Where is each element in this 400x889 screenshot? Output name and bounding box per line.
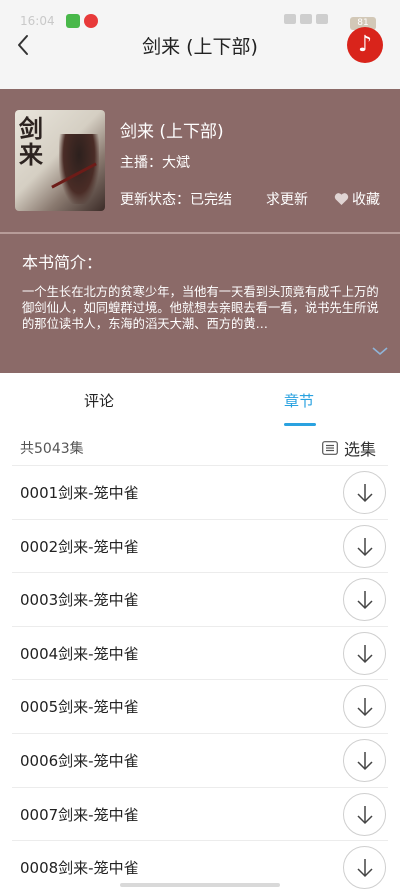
favorite-label: 收藏 <box>352 192 380 208</box>
download-button[interactable] <box>343 685 386 729</box>
download-button[interactable] <box>343 471 386 514</box>
page-title: 剑来 (上下部) <box>142 36 258 58</box>
book-cover[interactable]: 剑来 <box>15 110 105 211</box>
chapter-row[interactable]: 0001剑来-笼中雀 <box>12 465 388 519</box>
download-arrow-icon <box>357 484 373 503</box>
chapter-list: 0001剑来-笼中雀 0002剑来-笼中雀 0003剑来-笼中雀 0004剑来-… <box>12 465 388 889</box>
chapter-row[interactable]: 0005剑来-笼中雀 <box>12 679 388 733</box>
chapter-row[interactable]: 0007剑来-笼中雀 <box>12 786 388 841</box>
chapter-title: 0001剑来-笼中雀 <box>20 484 139 502</box>
signal-icons <box>284 14 344 26</box>
book-update-status: 更新状态：已完结 <box>120 192 232 208</box>
download-button[interactable] <box>343 524 386 568</box>
chapter-title: 0006剑来-笼中雀 <box>20 751 139 770</box>
chapter-title: 0002剑来-笼中雀 <box>20 537 139 556</box>
chapter-row[interactable]: 0002剑来-笼中雀 <box>12 518 388 573</box>
select-episodes-label: 选集 <box>344 440 377 459</box>
episode-count: 共5043集 <box>20 441 84 457</box>
request-update-button[interactable]: 求更新 <box>266 189 308 209</box>
download-button[interactable] <box>343 846 386 889</box>
music-player-button[interactable]: ♪ <box>347 27 383 63</box>
chapter-title: 0007剑来-笼中雀 <box>20 805 139 824</box>
top-bar: 16:04 81 剑来 (上下部) ♪ <box>0 0 400 89</box>
heart-icon <box>334 193 349 205</box>
download-arrow-icon <box>357 698 373 717</box>
home-indicator[interactable] <box>120 883 280 887</box>
chapter-title: 0003剑来-笼中雀 <box>20 591 139 610</box>
chapter-row[interactable]: 0008剑来-笼中雀 <box>12 840 388 889</box>
download-arrow-icon <box>357 537 373 556</box>
chapter-title: 0004剑来-笼中雀 <box>20 644 139 663</box>
chapter-title: 0005剑来-笼中雀 <box>20 698 139 717</box>
download-button[interactable] <box>343 631 386 675</box>
section-divider <box>0 232 400 234</box>
tab-chapters[interactable]: 章节 <box>284 390 314 411</box>
download-arrow-icon <box>357 591 373 610</box>
expand-intro-button[interactable] <box>371 342 389 356</box>
cover-figure <box>59 134 99 204</box>
tab-bar: 评论 章节 <box>0 373 400 429</box>
chapter-row[interactable]: 0004剑来-笼中雀 <box>12 625 388 680</box>
favorite-button[interactable]: 收藏 <box>334 189 380 209</box>
download-arrow-icon <box>357 805 373 824</box>
chevron-down-icon <box>372 347 388 356</box>
book-title: 剑来 (上下部) <box>120 122 224 142</box>
status-bar: 16:04 81 <box>0 0 400 30</box>
download-button[interactable] <box>343 738 386 782</box>
chapter-title: 0008剑来-笼中雀 <box>20 859 139 878</box>
tab-comments[interactable]: 评论 <box>84 390 114 411</box>
download-button[interactable] <box>343 578 386 622</box>
select-episodes-button[interactable]: 选集 <box>322 436 376 460</box>
active-tab-indicator <box>284 423 316 426</box>
music-note-icon: ♪ <box>357 32 373 57</box>
book-anchor: 主播：大斌 <box>120 155 190 171</box>
chapter-list-header: 共5043集 选集 <box>0 429 400 465</box>
app-notification-icon <box>66 14 80 28</box>
chapter-row[interactable]: 0006剑来-笼中雀 <box>12 732 388 787</box>
music-app-notification-icon <box>84 14 98 28</box>
download-arrow-icon <box>357 644 373 663</box>
cover-title: 剑来 <box>19 114 43 169</box>
status-time: 16:04 <box>20 14 55 28</box>
book-info-panel: 剑来 剑来 (上下部) 主播：大斌 更新状态：已完结 求更新 收藏 本书简介： … <box>0 89 400 373</box>
list-icon <box>322 441 338 455</box>
download-arrow-icon <box>357 751 373 771</box>
chapter-row[interactable]: 0003剑来-笼中雀 <box>12 572 388 626</box>
intro-text: 一个生长在北方的贫寒少年，当他有一天看到头顶竟有成千上万的御剑仙人，如同蝗群过境… <box>22 285 379 331</box>
download-arrow-icon <box>357 859 373 878</box>
intro-heading: 本书简介： <box>22 253 103 272</box>
download-button[interactable] <box>343 792 386 836</box>
app-screen: 16:04 81 剑来 (上下部) ♪ 剑来 剑来 (上下部) 主播：大斌 更新… <box>0 0 400 889</box>
